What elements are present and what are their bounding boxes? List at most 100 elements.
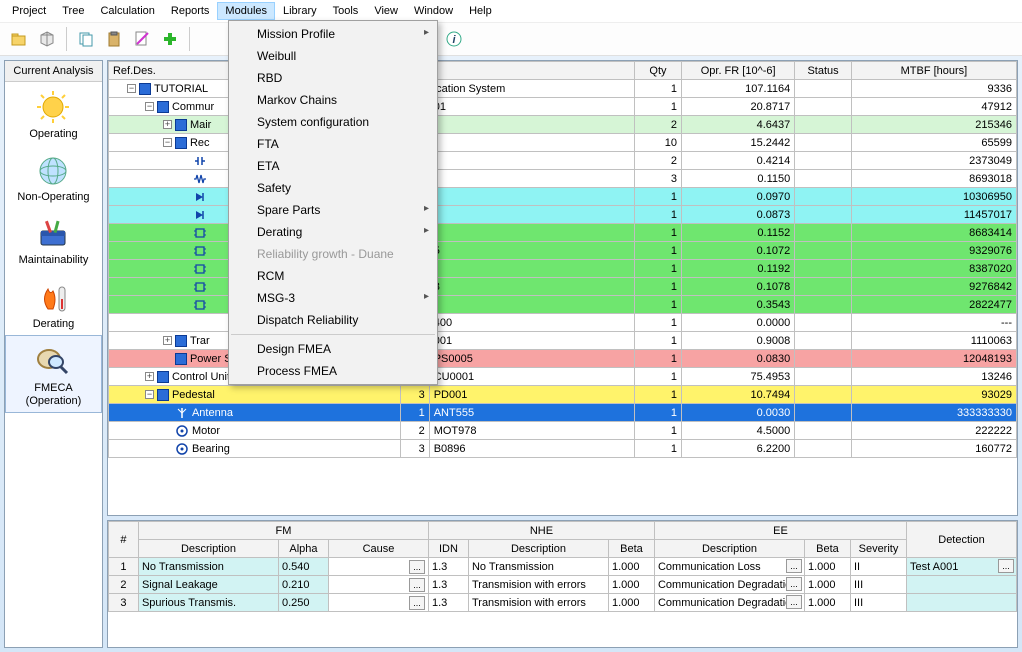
- expand-toggle[interactable]: −: [163, 138, 172, 147]
- cell[interactable]: 1.3: [428, 558, 468, 576]
- edit-button[interactable]: [129, 26, 155, 52]
- cell[interactable]: 1.000: [804, 594, 850, 612]
- column-header[interactable]: Opr. FR [10^-6]: [682, 62, 795, 80]
- add-button[interactable]: [157, 26, 183, 52]
- menu-item-system-configuration[interactable]: System configuration: [229, 111, 437, 133]
- expand-toggle[interactable]: −: [127, 84, 136, 93]
- fmeca-grid[interactable]: #FMNHEEEDetection DescriptionAlphaCauseI…: [107, 520, 1018, 648]
- ellipsis-button[interactable]: ...: [786, 577, 802, 591]
- column-header[interactable]: Description: [138, 540, 278, 558]
- sidebar-item-maintainability[interactable]: Maintainability: [5, 208, 102, 271]
- ellipsis-button[interactable]: ...: [409, 596, 425, 610]
- tree-row[interactable]: Bearing3B089616.2200160772: [108, 440, 1016, 458]
- ellipsis-button[interactable]: ...: [998, 559, 1014, 573]
- cell[interactable]: 1.000: [608, 576, 654, 594]
- cell[interactable]: 0.210: [278, 576, 328, 594]
- cell[interactable]: [907, 594, 1017, 612]
- copy-button[interactable]: [73, 26, 99, 52]
- column-header[interactable]: Beta: [804, 540, 850, 558]
- ellipsis-button[interactable]: ...: [409, 578, 425, 592]
- cell[interactable]: 1.000: [608, 594, 654, 612]
- cell[interactable]: Communication Degradation...: [654, 576, 804, 594]
- menu-library[interactable]: Library: [275, 2, 325, 20]
- column-header[interactable]: Description: [654, 540, 804, 558]
- menu-item-dispatch-reliability[interactable]: Dispatch Reliability: [229, 309, 437, 331]
- tree-row[interactable]: Antenna1ANT55510.0030333333330: [108, 404, 1016, 422]
- sidebar-item-operating[interactable]: Operating: [5, 82, 102, 145]
- column-header[interactable]: Qty: [634, 62, 681, 80]
- sidebar-item-non-operating[interactable]: Non-Operating: [5, 145, 102, 208]
- cell[interactable]: Spurious Transmis.: [138, 594, 278, 612]
- menu-project[interactable]: Project: [4, 2, 54, 20]
- column-header[interactable]: Description: [468, 540, 608, 558]
- menu-tree[interactable]: Tree: [54, 2, 92, 20]
- menu-item-design-fmea[interactable]: Design FMEA: [229, 338, 437, 360]
- cell[interactable]: III: [850, 594, 906, 612]
- column-header[interactable]: FM: [138, 522, 428, 540]
- column-header[interactable]: [429, 62, 634, 80]
- menu-item-markov-chains[interactable]: Markov Chains: [229, 89, 437, 111]
- cell[interactable]: 1.3: [428, 594, 468, 612]
- cell[interactable]: ...: [328, 558, 428, 576]
- column-header[interactable]: Cause: [328, 540, 428, 558]
- fmeca-row[interactable]: 2Signal Leakage0.210 ...1.3Transmision w…: [108, 576, 1016, 594]
- cell[interactable]: [907, 576, 1017, 594]
- menu-view[interactable]: View: [366, 2, 406, 20]
- expand-toggle[interactable]: −: [145, 390, 154, 399]
- ellipsis-button[interactable]: ...: [786, 595, 802, 609]
- cell[interactable]: Communication Degradation...: [654, 594, 804, 612]
- menu-item-safety[interactable]: Safety: [229, 177, 437, 199]
- cell[interactable]: No Transmission: [468, 558, 608, 576]
- sidebar-item-fmeca-operation-[interactable]: FMECA (Operation): [5, 335, 102, 413]
- menu-window[interactable]: Window: [406, 2, 461, 20]
- menu-item-spare-parts[interactable]: Spare Parts: [229, 199, 437, 221]
- cell[interactable]: Transmision with errors: [468, 594, 608, 612]
- menu-item-weibull[interactable]: Weibull: [229, 45, 437, 67]
- tree-row[interactable]: −Pedestal3PD001110.749493029: [108, 386, 1016, 404]
- cell[interactable]: 1.3: [428, 576, 468, 594]
- column-header[interactable]: IDN: [428, 540, 468, 558]
- column-header[interactable]: Alpha: [278, 540, 328, 558]
- menu-item-mission-profile[interactable]: Mission Profile: [229, 23, 437, 45]
- column-header[interactable]: Detection: [907, 522, 1017, 558]
- column-header[interactable]: Status: [795, 62, 852, 80]
- open-button[interactable]: [6, 26, 32, 52]
- expand-toggle[interactable]: −: [145, 102, 154, 111]
- cell[interactable]: III: [850, 576, 906, 594]
- menu-item-msg-3[interactable]: MSG-3: [229, 287, 437, 309]
- menu-item-rcm[interactable]: RCM: [229, 265, 437, 287]
- expand-toggle[interactable]: +: [163, 336, 172, 345]
- menu-item-derating[interactable]: Derating: [229, 221, 437, 243]
- ellipsis-button[interactable]: ...: [786, 559, 802, 573]
- sidebar-item-derating[interactable]: Derating: [5, 272, 102, 335]
- cell[interactable]: Transmision with errors: [468, 576, 608, 594]
- cube-button[interactable]: [34, 26, 60, 52]
- cell[interactable]: Test A001...: [907, 558, 1017, 576]
- cell[interactable]: 1.000: [804, 576, 850, 594]
- cell[interactable]: 0.250: [278, 594, 328, 612]
- tree-row[interactable]: Motor2MOT97814.5000222222: [108, 422, 1016, 440]
- column-header[interactable]: EE: [654, 522, 906, 540]
- menu-modules[interactable]: Modules: [217, 2, 275, 20]
- fmeca-row[interactable]: 1No Transmission0.540 ...1.3No Transmiss…: [108, 558, 1016, 576]
- fmeca-row[interactable]: 3Spurious Transmis.0.250 ...1.3Transmisi…: [108, 594, 1016, 612]
- menu-item-fta[interactable]: FTA: [229, 133, 437, 155]
- column-header[interactable]: Beta: [608, 540, 654, 558]
- cell[interactable]: Communication Loss...: [654, 558, 804, 576]
- column-header[interactable]: Severity: [850, 540, 906, 558]
- cell[interactable]: ...: [328, 576, 428, 594]
- column-header[interactable]: NHE: [428, 522, 654, 540]
- ellipsis-button[interactable]: ...: [409, 560, 425, 574]
- menu-calculation[interactable]: Calculation: [92, 2, 162, 20]
- column-header[interactable]: MTBF [hours]: [851, 62, 1016, 80]
- cell[interactable]: 1.000: [804, 558, 850, 576]
- menu-help[interactable]: Help: [461, 2, 500, 20]
- cell[interactable]: II: [850, 558, 906, 576]
- info-button[interactable]: i: [441, 26, 467, 52]
- menu-reports[interactable]: Reports: [163, 2, 218, 20]
- cell[interactable]: ...: [328, 594, 428, 612]
- cell[interactable]: 1.000: [608, 558, 654, 576]
- paste-button[interactable]: [101, 26, 127, 52]
- cell[interactable]: No Transmission: [138, 558, 278, 576]
- expand-toggle[interactable]: +: [145, 372, 154, 381]
